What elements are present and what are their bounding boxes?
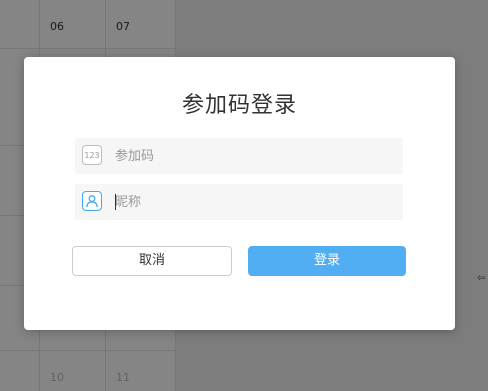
login-button[interactable]: 登录: [248, 246, 406, 276]
dialog-title: 参加码登录: [181, 93, 297, 118]
nickname-input[interactable]: [115, 184, 395, 220]
user-icon: [82, 191, 102, 211]
cancel-button[interactable]: 取消: [72, 246, 232, 276]
join-code-field[interactable]: 123: [75, 138, 403, 174]
text-cursor: [115, 194, 116, 210]
number-icon: 123: [82, 145, 102, 165]
join-code-login-dialog: 参加码登录 123 取消 登录: [24, 57, 455, 330]
nickname-field[interactable]: [75, 184, 403, 220]
join-code-input[interactable]: [115, 138, 395, 174]
